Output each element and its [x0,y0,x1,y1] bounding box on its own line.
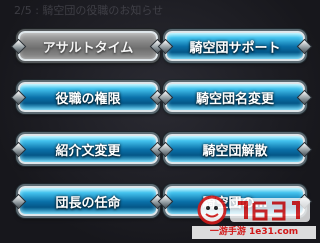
background-notice-text: 2/5 : 騎空団の役職のお知らせ [14,4,164,17]
assault-time-button[interactable]: アサルトタイム [18,31,158,61]
intro-text-edit-button[interactable]: 紹介文変更 [18,134,158,164]
watermark-logo-icon [197,195,310,225]
crew-rename-button[interactable]: 騎空団名変更 [165,82,305,112]
site-watermark: 一游手游 1e31.com [192,193,316,239]
crew-support-button[interactable]: 騎空団サポート [165,31,305,61]
appoint-captain-button[interactable]: 団長の任命 [18,186,158,216]
crew-disband-button[interactable]: 騎空団解散 [165,134,305,164]
watermark-url: 一游手游 1e31.com [192,226,316,239]
role-permissions-button[interactable]: 役職の権限 [18,82,158,112]
